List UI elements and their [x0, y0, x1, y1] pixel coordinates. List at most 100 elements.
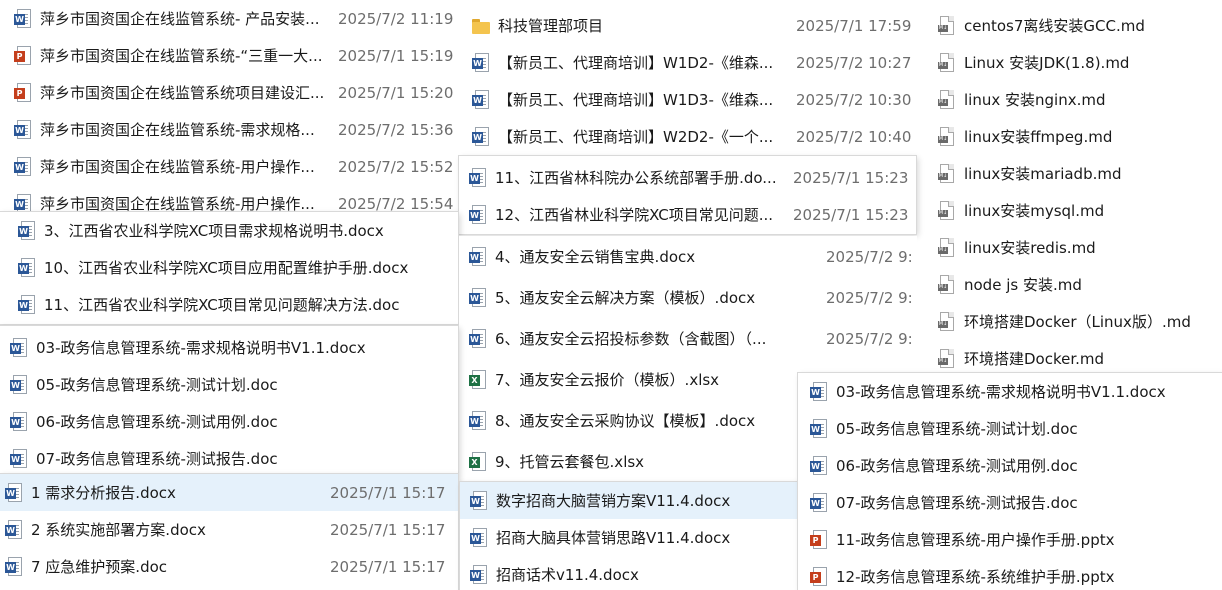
word-badge: W — [470, 569, 481, 581]
file-name: 7 应急维护预案.doc — [31, 558, 168, 576]
excel-document-icon: X — [469, 369, 487, 390]
word-document-icon: W — [10, 411, 28, 432]
file-modified-date: 2025/7/1 17:59 — [796, 16, 912, 35]
file-modified-date: 2025/7/2 15:54 — [338, 194, 454, 213]
file-row[interactable]: M↓ linux安装redis.md — [918, 229, 1222, 266]
md-badge: M↓ — [938, 135, 948, 143]
file-row[interactable]: W 萍乡市国资国企在线监管系统-用户操作... 2025/7/2 15:52 — [0, 148, 458, 185]
word-badge: W — [469, 415, 480, 427]
word-document-icon: W — [10, 337, 28, 358]
markdown-file-icon: M↓ — [938, 126, 956, 147]
folder-icon — [472, 16, 490, 36]
file-row[interactable]: W 10、江西省农业科学院XC项目应用配置维护手册.docx — [0, 249, 458, 286]
file-row[interactable]: M↓ 环境搭建Docker.md — [918, 340, 1222, 377]
file-row[interactable]: W 03-政务信息管理系统-需求规格说明书V1.1.docx — [798, 373, 1222, 410]
file-row[interactable]: W 6、通友安全云招投标参数（含截图）（... 2025/7/2 9: — [459, 318, 917, 359]
file-modified-date: 2025/7/2 10:40 — [796, 127, 912, 146]
file-row[interactable]: W 1 需求分析报告.docx 2025/7/1 15:17 — [0, 474, 458, 511]
file-row[interactable]: W 萍乡市国资国企在线监管系统-需求规格... 2025/7/2 15:36 — [0, 111, 458, 148]
word-badge: W — [5, 524, 16, 536]
file-row[interactable]: M↓ Linux 安装JDK(1.8).md — [918, 44, 1222, 81]
word-badge: W — [18, 299, 29, 311]
file-row[interactable]: W 【新员工、代理商培训】W1D2-《维森... 2025/7/2 10:27 — [458, 44, 918, 81]
file-row[interactable]: M↓ node js 安装.md — [918, 266, 1222, 303]
file-row[interactable]: W 11、江西省林科院办公系统部署手册.do... 2025/7/1 15:23 — [459, 159, 916, 196]
file-row[interactable]: W 12、江西省林业科学院XC项目常见问题... 2025/7/1 15:23 — [459, 196, 916, 233]
file-name: 5、通友安全云解决方案（模板）.docx — [495, 289, 756, 307]
file-row[interactable]: W 【新员工、代理商培训】W2D2-《一个... 2025/7/2 10:40 — [458, 118, 918, 155]
file-name: 3、江西省农业科学院XC项目需求规格说明书.docx — [44, 222, 384, 240]
powerpoint-document-icon: P — [14, 45, 32, 66]
file-row[interactable]: M↓ linux安装mysql.md — [918, 192, 1222, 229]
file-name: 05-政务信息管理系统-测试计划.doc — [836, 420, 1078, 438]
file-name: 12、江西省林业科学院XC项目常见问题... — [495, 206, 774, 224]
file-row[interactable]: M↓ linux 安装nginx.md — [918, 81, 1222, 118]
word-document-icon: W — [810, 492, 828, 513]
file-row[interactable]: W 招商大脑具体营销思路V11.4.docx — [460, 519, 798, 556]
xls-badge: X — [469, 456, 480, 468]
file-row[interactable]: P 12-政务信息管理系统-系统维护手册.pptx — [798, 558, 1222, 590]
word-document-icon: W — [10, 374, 28, 395]
file-row[interactable]: W 05-政务信息管理系统-测试计划.doc — [798, 410, 1222, 447]
md-badge: M↓ — [938, 209, 948, 217]
file-row[interactable]: W 数字招商大脑营销方案V11.4.docx — [460, 482, 798, 519]
file-row[interactable]: W 07-政务信息管理系统-测试报告.doc — [0, 440, 458, 474]
file-row[interactable]: W 3、江西省农业科学院XC项目需求规格说明书.docx — [0, 212, 458, 249]
file-modified-date: 2025/7/2 11:19 — [338, 9, 454, 28]
file-row[interactable]: P 11-政务信息管理系统-用户操作手册.pptx — [798, 521, 1222, 558]
file-modified-date: 2025/7/1 15:17 — [330, 557, 446, 576]
word-badge: W — [472, 94, 483, 106]
file-row[interactable]: W 萍乡市国资国企在线监管系统-用户操作... 2025/7/2 15:54 — [0, 185, 458, 214]
file-row[interactable]: W 06-政务信息管理系统-测试用例.doc — [0, 403, 458, 440]
file-row[interactable]: M↓ centos7离线安装GCC.md — [918, 7, 1222, 44]
file-row[interactable]: 科技管理部项目 2025/7/1 17:59 — [458, 7, 918, 44]
file-modified-date: 2025/7/2 15:36 — [338, 120, 454, 139]
file-row[interactable]: W 03-政务信息管理系统-需求规格说明书V1.1.docx — [0, 329, 458, 366]
file-name: 数字招商大脑营销方案V11.4.docx — [496, 492, 731, 510]
file-name: 03-政务信息管理系统-需求规格说明书V1.1.docx — [836, 383, 1166, 401]
file-row[interactable]: W 7 应急维护预案.doc 2025/7/1 15:17 — [0, 548, 458, 585]
excel-document-icon: X — [469, 451, 487, 472]
file-name: 萍乡市国资国企在线监管系统项目建设汇... — [40, 84, 325, 102]
file-modified-date: 2025/7/2 10:27 — [796, 53, 912, 72]
file-list-pingxiang: W 萍乡市国资国企在线监管系统- 产品安装... 2025/7/2 11:19 P 萍乡… — [0, 0, 458, 214]
file-name: 9、托管云套餐包.xlsx — [495, 453, 645, 471]
file-row[interactable]: W 11、江西省农业科学院XC项目常见问题解决方法.doc — [0, 286, 458, 323]
file-name: linux安装mariadb.md — [964, 165, 1122, 183]
file-row[interactable]: M↓ linux安装ffmpeg.md — [918, 118, 1222, 155]
file-row[interactable]: M↓ linux安装mariadb.md — [918, 155, 1222, 192]
file-row[interactable]: W 萍乡市国资国企在线监管系统- 产品安装... 2025/7/2 11:19 — [0, 0, 458, 37]
word-badge: W — [10, 453, 21, 465]
file-row[interactable]: W 4、通友安全云销售宝典.docx 2025/7/2 9: — [459, 236, 917, 277]
file-row[interactable]: P 萍乡市国资国企在线监管系统项目建设汇... 2025/7/1 15:20 — [0, 74, 458, 111]
word-document-icon: W — [14, 119, 32, 140]
word-badge: W — [470, 532, 481, 544]
word-document-icon: W — [14, 193, 32, 214]
file-modified-date: 2025/7/2 9: — [826, 247, 913, 266]
file-row[interactable]: P 萍乡市国资国企在线监管系统-“三重一大... 2025/7/1 15:19 — [0, 37, 458, 74]
file-name: 【新员工、代理商培训】W2D2-《一个... — [498, 128, 774, 146]
file-row[interactable]: W 05-政务信息管理系统-测试计划.doc — [0, 366, 458, 403]
file-list-government-a: W 03-政务信息管理系统-需求规格说明书V1.1.docx W 05-政务信息管理系… — [0, 326, 458, 474]
file-name: 10、江西省农业科学院XC项目应用配置维护手册.docx — [44, 259, 409, 277]
file-row[interactable]: M↓ 环境搭建Docker（Linux版）.md — [918, 303, 1222, 340]
file-name: 07-政务信息管理系统-测试报告.doc — [36, 450, 278, 468]
word-document-icon: W — [470, 527, 488, 548]
file-row[interactable]: W 2 系统实施部署方案.docx 2025/7/1 15:17 — [0, 511, 458, 548]
file-row[interactable]: W 【新员工、代理商培训】W1D3-《维森... 2025/7/2 10:30 — [458, 81, 918, 118]
file-list-linux-docs: M↓ centos7离线安装GCC.md M↓ Linux 安装JDK(1.8).md… — [918, 0, 1222, 380]
word-document-icon: W — [469, 287, 487, 308]
file-row[interactable]: W 招商话术v11.4.docx — [460, 556, 798, 590]
file-row[interactable]: W 07-政务信息管理系统-测试报告.doc — [798, 484, 1222, 521]
file-modified-date: 2025/7/1 15:17 — [330, 483, 446, 502]
file-row[interactable]: W 5、通友安全云解决方案（模板）.docx 2025/7/2 9: — [459, 277, 917, 318]
file-modified-date: 2025/7/2 10:30 — [796, 90, 912, 109]
file-name: 科技管理部项目 — [498, 17, 604, 35]
file-row[interactable]: W 06-政务信息管理系统-测试用例.doc — [798, 447, 1222, 484]
word-document-icon: W — [472, 126, 490, 147]
file-name: 【新员工、代理商培训】W1D2-《维森... — [498, 54, 774, 72]
word-badge: W — [470, 495, 481, 507]
ppt-badge: P — [810, 571, 821, 583]
word-document-icon: W — [10, 448, 28, 469]
word-badge: W — [810, 386, 821, 398]
